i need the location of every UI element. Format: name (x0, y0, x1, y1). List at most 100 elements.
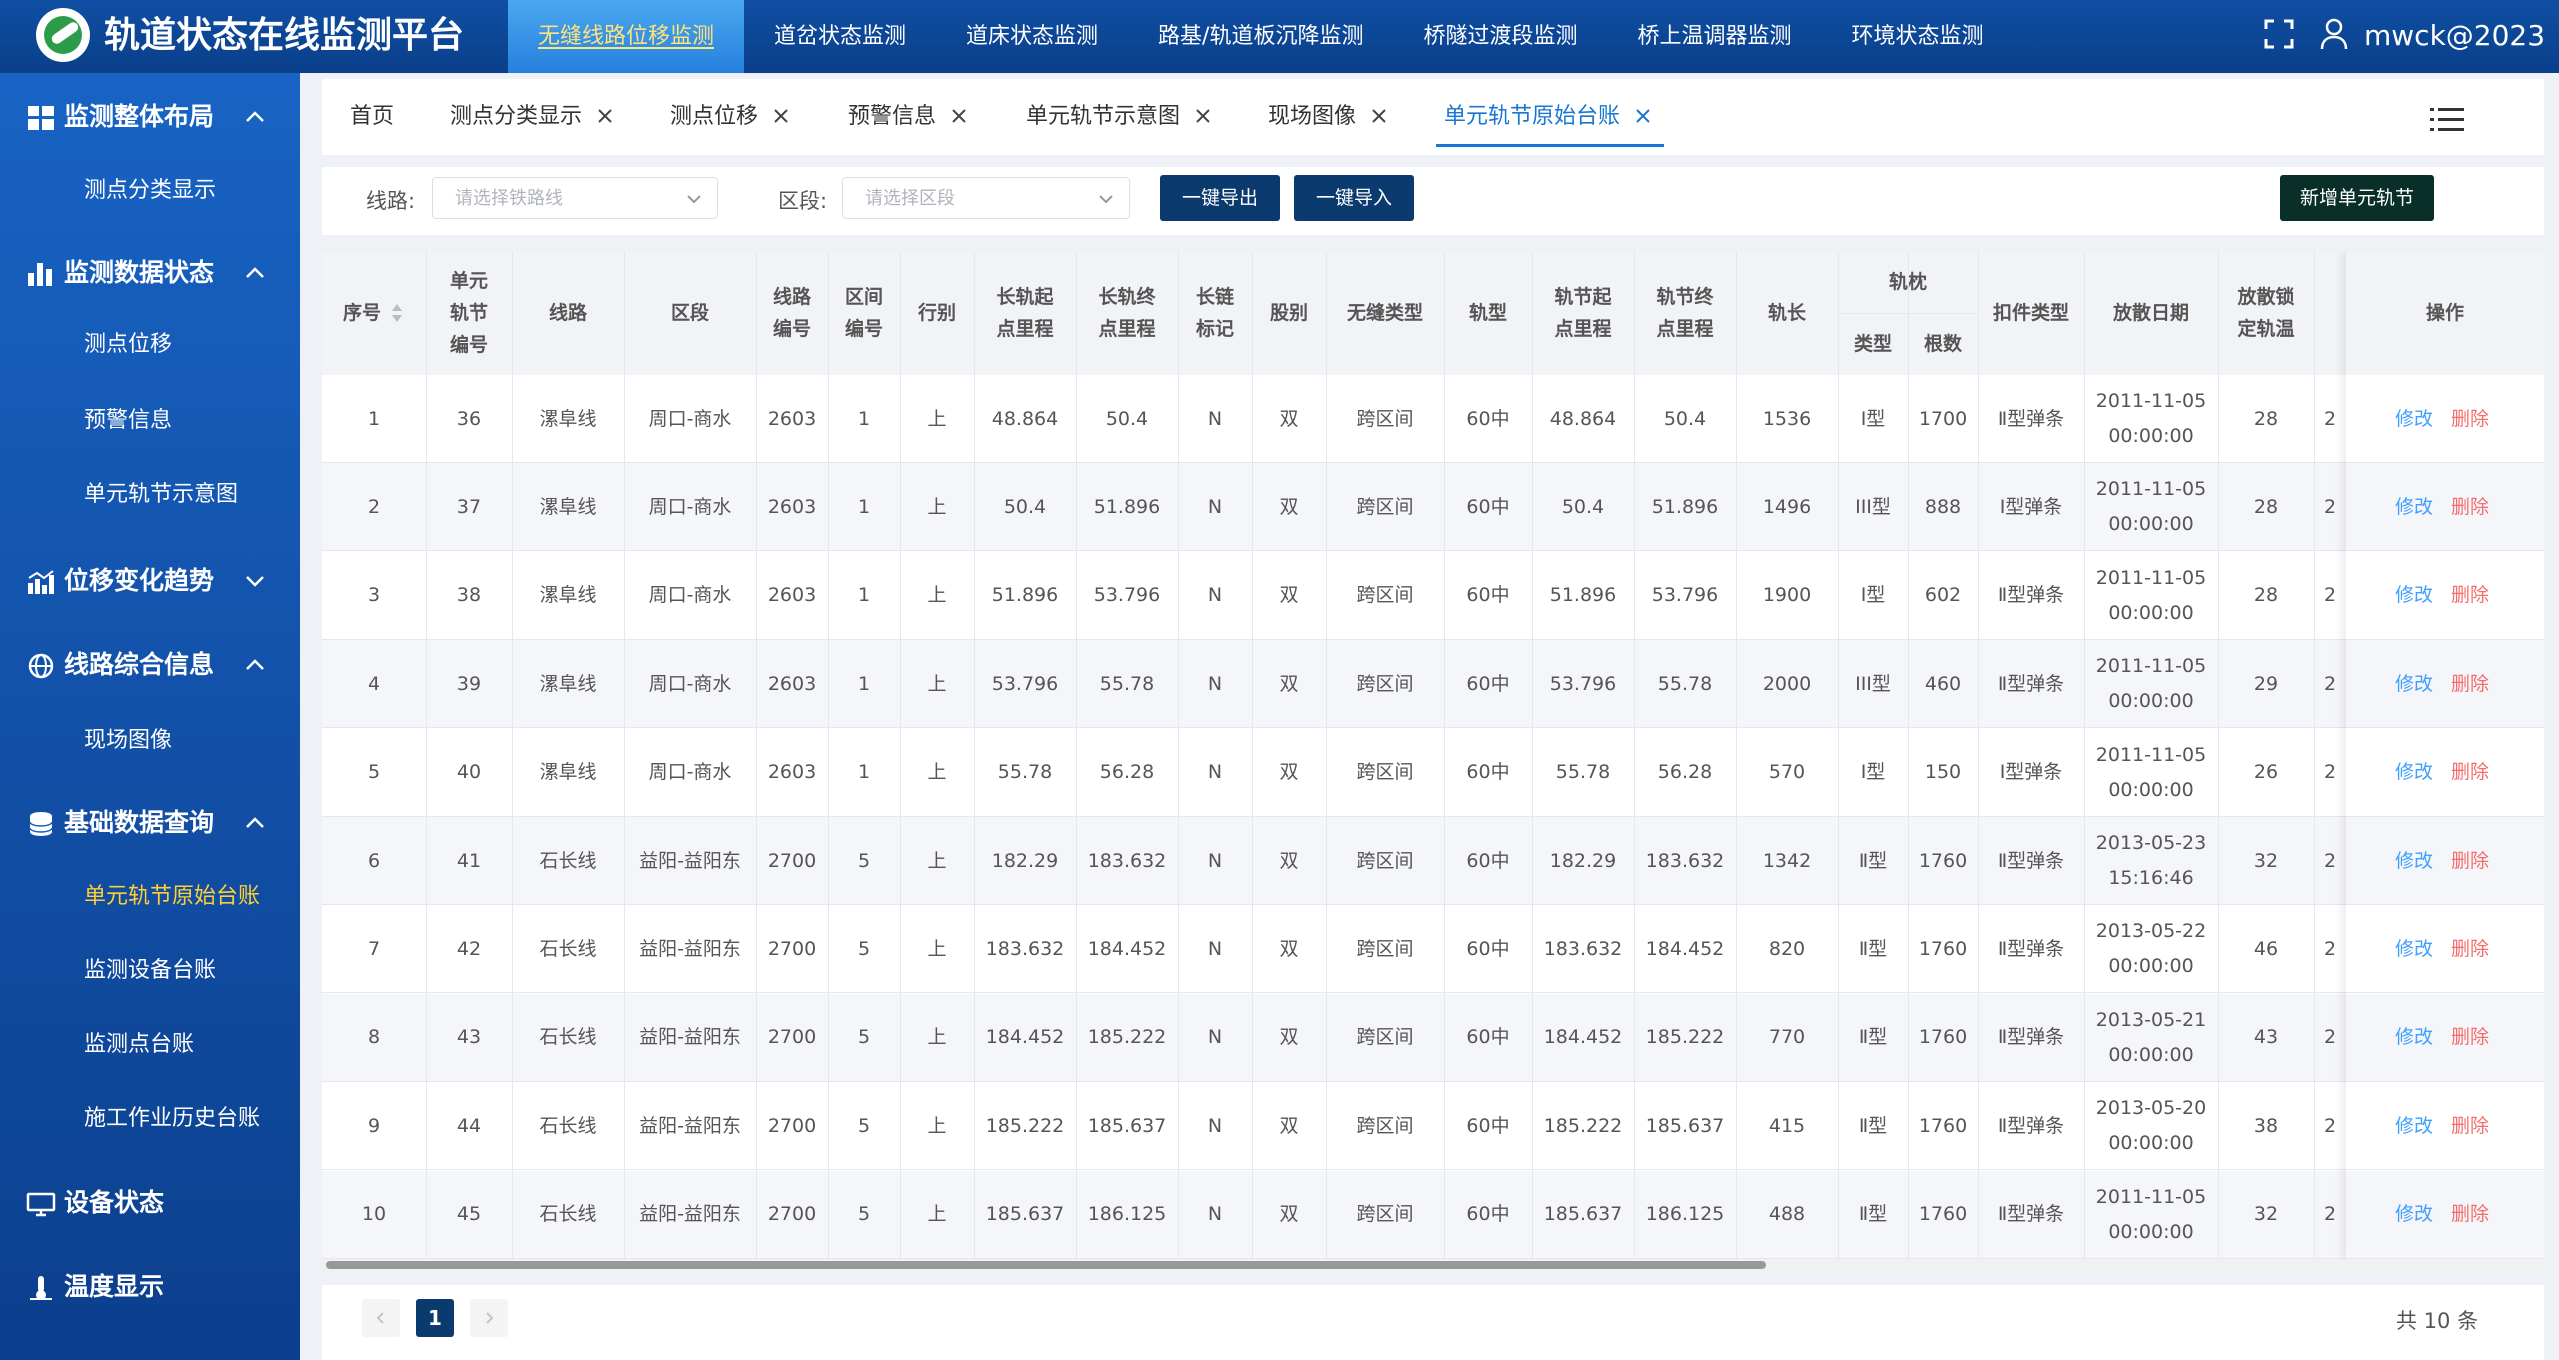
cell-section: 益阳-益阳东 (639, 1114, 741, 1137)
sidebar-group-line-info[interactable]: 线路综合信息 (0, 635, 300, 695)
close-icon[interactable] (1370, 107, 1388, 125)
sidebar-group-temperature[interactable]: 温度显示 (0, 1257, 300, 1317)
table-row: 7 42 石长线 益阳-益阳东 2700 5 上 183.632 184.452 N 双 跨区间 60中… (322, 905, 2544, 994)
edit-link[interactable]: 修改 (2386, 817, 2442, 905)
cell-section: 周口-商水 (648, 672, 732, 695)
delete-link[interactable]: 删除 (2442, 640, 2498, 728)
topnav-item-expansion-joint[interactable]: 桥上温调器监测 (1607, 0, 1821, 73)
scrollbar-thumb[interactable] (326, 1261, 1766, 1269)
cell-secno: 1 (857, 761, 871, 784)
topnav-item-ballast-bed[interactable]: 道床状态监测 (936, 0, 1128, 73)
top-nav: 无缝线路位移监测 道岔状态监测 道床状态监测 路基/轨道板沉降监测 桥隧过渡段监… (508, 0, 2014, 73)
sidebar-group-monitoring-status[interactable]: 监测数据状态 (0, 243, 300, 303)
tab-unit-rail-diagram[interactable]: 单元轨节示意图 (1026, 79, 1212, 155)
sidebar-item-unit-rail-ledger[interactable]: 单元轨节原始台账 (0, 869, 300, 925)
delete-link[interactable]: 删除 (2442, 729, 2498, 817)
topnav-item-environment[interactable]: 环境状态监测 (1822, 0, 2014, 73)
username[interactable]: mwck@2023 (2364, 18, 2545, 54)
cell-chain: N (1207, 1026, 1223, 1049)
cell-fastener: Ⅱ型弹条 (1997, 407, 2065, 430)
cell-sl-type: Ⅱ型 (1858, 937, 1888, 960)
cell-unit: 36 (456, 407, 482, 430)
sidebar-item-warning-info[interactable]: 预警信息 (0, 393, 300, 449)
section-select[interactable]: 请选择区段 (842, 177, 1130, 219)
cell-strand: 双 (1279, 584, 1299, 607)
tab-point-displacement[interactable]: 测点位移 (670, 79, 790, 155)
edit-link[interactable]: 修改 (2386, 463, 2442, 551)
sidebar-item-unit-rail-diagram[interactable]: 单元轨节示意图 (0, 467, 300, 523)
sidebar-item-device-ledger[interactable]: 监测设备台账 (0, 943, 300, 999)
cell-extra: 2 (2323, 672, 2337, 695)
topnav-item-subgrade-settlement[interactable]: 路基/轨道板沉降监测 (1128, 0, 1393, 73)
cell-seamless: 跨区间 (1356, 495, 1414, 518)
delete-link[interactable]: 删除 (2442, 1082, 2498, 1170)
tab-home[interactable]: 首页 (350, 79, 394, 155)
sidebar-group-overall-layout[interactable]: 监测整体布局 (0, 87, 300, 147)
fullscreen-icon[interactable] (2264, 19, 2294, 49)
sidebar-group-label: 设备状态 (64, 1188, 165, 1217)
tab-warning-info[interactable]: 预警信息 (848, 79, 968, 155)
cell-strand: 双 (1279, 937, 1299, 960)
sidebar-item-site-images[interactable]: 现场图像 (0, 713, 300, 769)
close-icon[interactable] (772, 107, 790, 125)
cell-sl-count: 1700 (1918, 407, 1968, 430)
header-rail-type: 轨型 (1468, 302, 1507, 324)
sidebar-item-point-displacement[interactable]: 测点位移 (0, 317, 300, 373)
close-icon[interactable] (950, 107, 968, 125)
edit-link[interactable]: 修改 (2386, 905, 2442, 993)
delete-link[interactable]: 删除 (2442, 463, 2498, 551)
cell-strand: 双 (1279, 672, 1299, 695)
sidebar-item-construction-history[interactable]: 施工作业历史台账 (0, 1091, 300, 1147)
cell-section: 益阳-益阳东 (639, 937, 741, 960)
edit-link[interactable]: 修改 (2386, 994, 2442, 1082)
tab-site-images[interactable]: 现场图像 (1268, 79, 1388, 155)
topnav-item-bridge-tunnel-transition[interactable]: 桥隧过渡段监测 (1393, 0, 1607, 73)
horizontal-scrollbar[interactable] (322, 1259, 2544, 1271)
delete-link[interactable]: 删除 (2442, 552, 2498, 640)
header-seq[interactable]: 序号 (322, 251, 426, 375)
delete-link[interactable]: 删除 (2442, 905, 2498, 993)
sidebar-item-point-ledger[interactable]: 监测点台账 (0, 1017, 300, 1073)
add-unit-rail-button[interactable]: 新增单元轨节 (2280, 175, 2434, 221)
delete-link[interactable]: 删除 (2442, 994, 2498, 1082)
edit-link[interactable]: 修改 (2386, 729, 2442, 817)
sort-icon[interactable] (389, 302, 405, 324)
edit-link[interactable]: 修改 (2386, 1082, 2442, 1170)
topnav-item-turnout[interactable]: 道岔状态监测 (744, 0, 936, 73)
delete-link[interactable]: 删除 (2442, 817, 2498, 905)
import-button[interactable]: 一键导入 (1294, 175, 1414, 221)
sidebar-item-point-classification[interactable]: 测点分类显示 (0, 163, 300, 219)
sidebar-group-label: 监测数据状态 (64, 258, 215, 287)
tab-point-classification[interactable]: 测点分类显示 (450, 79, 614, 155)
edit-link[interactable]: 修改 (2386, 375, 2442, 463)
close-icon[interactable] (1194, 107, 1212, 125)
export-button[interactable]: 一键导出 (1160, 175, 1280, 221)
cell-date: 2013-05-20 00:00:00 (2095, 1097, 2207, 1155)
cell-seamless: 跨区间 (1356, 1026, 1414, 1049)
cell-lineno: 2603 (767, 495, 817, 518)
page-1-button[interactable]: 1 (416, 1299, 454, 1337)
edit-link[interactable]: 修改 (2386, 640, 2442, 728)
line-select[interactable]: 请选择铁路线 (432, 177, 718, 219)
close-icon[interactable] (1634, 107, 1652, 125)
next-page-button[interactable] (470, 1299, 508, 1337)
edit-link[interactable]: 修改 (2386, 552, 2442, 640)
cell-seamless: 跨区间 (1356, 584, 1414, 607)
header-seamless-type: 无缝类型 (1346, 302, 1423, 324)
delete-link[interactable]: 删除 (2442, 1171, 2498, 1259)
cell-secno: 1 (857, 672, 871, 695)
menu-icon[interactable] (2430, 107, 2464, 133)
column-divider (624, 251, 625, 1259)
cell-ls: 51.896 (991, 584, 1059, 607)
prev-page-button[interactable] (362, 1299, 400, 1337)
cell-strand: 双 (1279, 761, 1299, 784)
tab-unit-rail-ledger[interactable]: 单元轨节原始台账 (1435, 79, 1665, 155)
delete-link[interactable]: 删除 (2442, 375, 2498, 463)
sidebar-group-displacement-trend[interactable]: 位移变化趋势 (0, 551, 300, 611)
sidebar-group-basic-data[interactable]: 基础数据查询 (0, 793, 300, 853)
topnav-item-seamless-displacement[interactable]: 无缝线路位移监测 (508, 0, 745, 73)
edit-link[interactable]: 修改 (2386, 1171, 2442, 1259)
cell-lineno: 2700 (767, 1203, 817, 1226)
close-icon[interactable] (596, 107, 614, 125)
sidebar-group-device-status[interactable]: 设备状态 (0, 1173, 300, 1233)
